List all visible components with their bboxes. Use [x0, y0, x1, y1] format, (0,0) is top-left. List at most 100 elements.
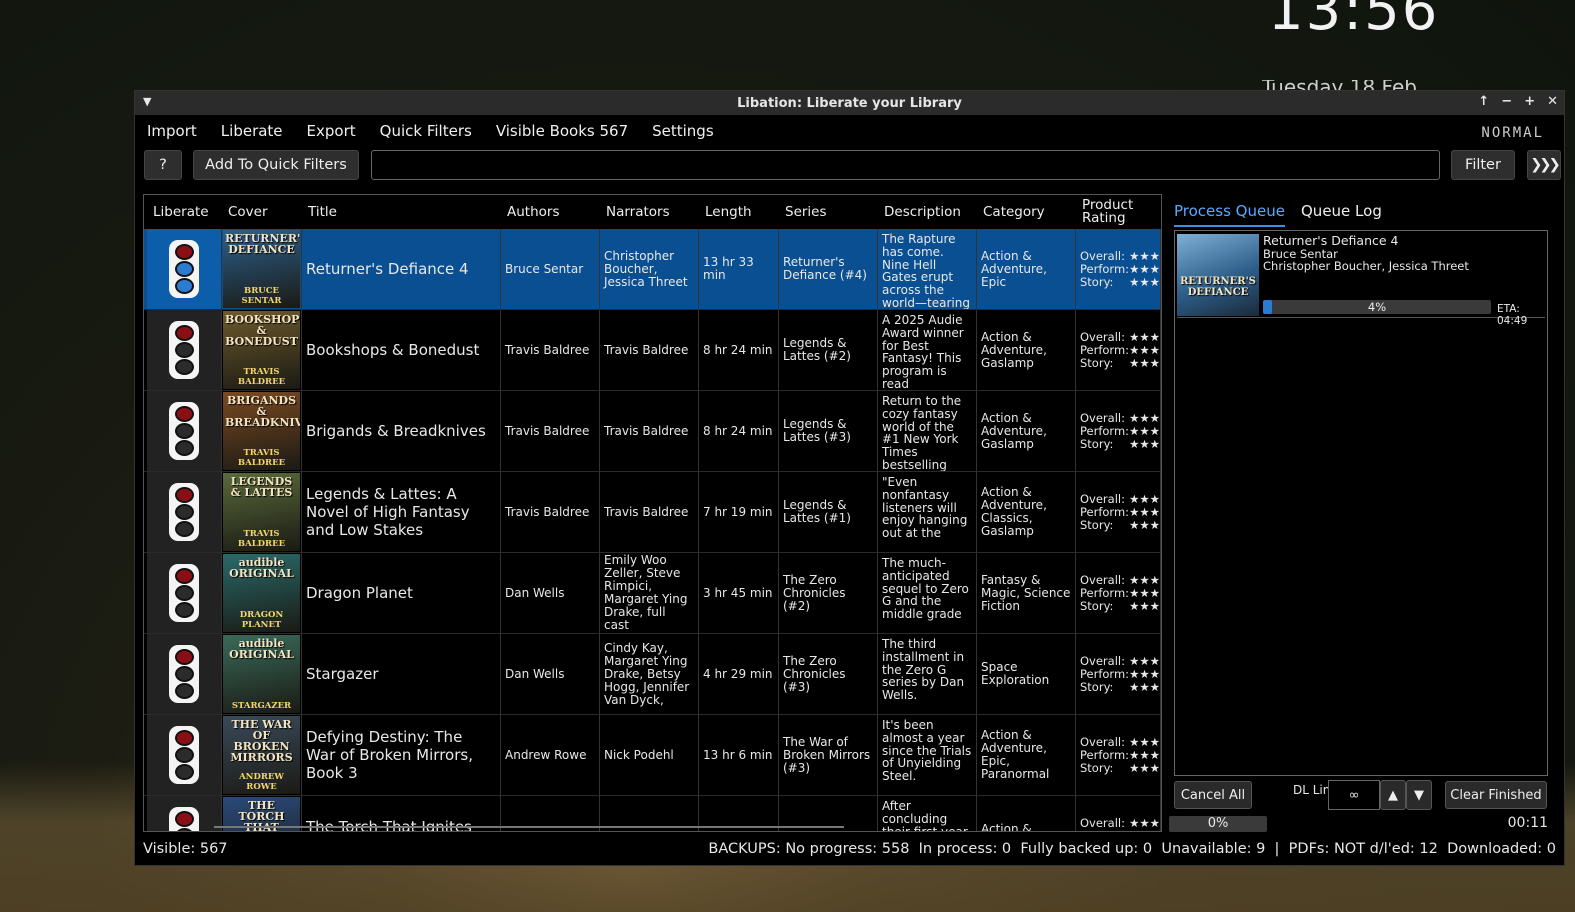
table-row[interactable]: BRIGANDS & BREADKNIVESTRAVIS BALDREEBrig… [144, 391, 1161, 472]
menu-settings[interactable]: Settings [652, 122, 714, 140]
toggle-queue-button[interactable]: ❯❯❯ [1527, 150, 1561, 180]
cell-title: Bookshops & Bonedust [302, 310, 501, 390]
cell-series: The Zero Chronicles (#3) [779, 634, 878, 714]
cell-title: Dragon Planet [302, 553, 501, 633]
table-row[interactable]: audible ORIGINAL STARGAZER Stargazer Dan We… [144, 634, 1161, 715]
liberate-status-button[interactable] [147, 553, 222, 633]
col-authors[interactable]: Authors [501, 195, 600, 229]
maximize-icon[interactable]: + [1524, 94, 1535, 109]
table-row[interactable]: THE WAR OF BROKEN MIRRORS ANDREW ROWE Defy… [144, 715, 1161, 796]
cell-series: Legends & Lattes (#1) [779, 472, 878, 552]
tab-queue-log[interactable]: Queue Log [1301, 202, 1382, 220]
cell-description: A 2025 Audie Award winner for Best Fanta… [878, 310, 977, 390]
clear-finished-button[interactable]: Clear Finished [1445, 781, 1547, 809]
cell-length: 3 hr 45 min [699, 553, 779, 633]
product-rating: Overall:★★★Perform:★★★Story:★★★ [1076, 472, 1161, 552]
queue-item[interactable]: RETURNER'S DEFIANCE Returner's Defiance 4… [1177, 233, 1545, 327]
cell-description: Return to the cozy fantasy world of the … [878, 391, 977, 471]
horizontal-scrollbar[interactable] [214, 826, 844, 828]
cell-series: The Zero Chronicles (#2) [779, 553, 878, 633]
cell-description: After concluding their first year at Lor… [878, 796, 977, 831]
cancel-all-button[interactable]: Cancel All [1174, 781, 1252, 809]
filter-toolbar: ? Add To Quick Filters Filter ❯❯❯ [135, 147, 1564, 185]
cell-title: Brigands & Breadknives [302, 391, 501, 471]
table-row[interactable]: RETURNER'S DEFIANCEBRUCE SENTARReturner'… [144, 229, 1161, 310]
product-rating: Overall:★★★Perform:★★★Story:★★★ [1076, 553, 1161, 633]
traffic-light-icon [169, 240, 199, 298]
filter-button[interactable]: Filter [1451, 150, 1515, 180]
col-liberate[interactable]: Liberate [147, 195, 222, 229]
dl-limit-down-button[interactable]: ▼ [1406, 780, 1432, 810]
cell-description: "Even nonfantasy listeners will enjoy ha… [878, 472, 977, 552]
mode-indicator: NORMAL [1481, 125, 1544, 141]
cell-title: Stargazer [302, 634, 501, 714]
liberate-status-button[interactable] [147, 229, 222, 309]
cell-narrators: Cindy Kay, Margaret Ying Drake, Betsy Ho… [600, 634, 699, 714]
cell-series: Legends & Lattes (#2) [779, 310, 878, 390]
traffic-light-icon [169, 564, 199, 622]
title-bar: ▼ Libation: Liberate your Library ↑ − + … [135, 91, 1564, 115]
keep-above-icon[interactable]: ↑ [1478, 94, 1489, 109]
menu-visible-books[interactable]: Visible Books 567 [496, 122, 628, 140]
cover-image: BRIGANDS & BREADKNIVESTRAVIS BALDREE [222, 391, 302, 471]
traffic-light-icon [169, 321, 199, 379]
cell-title: Returner's Defiance 4 [302, 229, 501, 309]
help-button[interactable]: ? [144, 150, 182, 180]
menu-export[interactable]: Export [307, 122, 356, 140]
cell-narrators: Emily Woo Zeller, Steve Rimpici, Margare… [600, 553, 699, 633]
liberate-status-button[interactable] [147, 715, 222, 795]
menu-quick-filters[interactable]: Quick Filters [380, 122, 472, 140]
liberate-status-button[interactable] [147, 634, 222, 714]
add-to-quick-filters-button[interactable]: Add To Quick Filters [193, 150, 359, 180]
dl-limit-up-button[interactable]: ▲ [1380, 780, 1406, 810]
col-title[interactable]: Title [302, 195, 501, 229]
liberate-status-button[interactable] [147, 796, 222, 831]
cover-image: THE WAR OF BROKEN MIRRORS ANDREW ROWE [222, 715, 302, 795]
menu-liberate[interactable]: Liberate [221, 122, 283, 140]
cell-narrators: Travis Baldree [600, 391, 699, 471]
product-rating: Overall:★★★Perform:★★★Story:★★★ [1076, 391, 1161, 471]
product-rating: Overall:★★★Perform:★★★Story:★★★ [1076, 310, 1161, 390]
cell-category: Fantasy & Magic, Science Fiction [977, 553, 1076, 633]
col-product-rating[interactable]: Product Rating [1076, 195, 1161, 229]
traffic-light-icon [169, 402, 199, 460]
cell-title: Defying Destiny: The War of Broken Mirro… [302, 715, 501, 795]
cell-category: Action & Adventure, Classics, Gaslamp [977, 472, 1076, 552]
triangle-down-icon: ▼ [1414, 787, 1424, 803]
cell-description: It's been almost a year since the Trials… [878, 715, 977, 795]
col-description[interactable]: Description [878, 195, 977, 229]
cover-image: RETURNER'S DEFIANCEBRUCE SENTAR [222, 229, 302, 309]
visible-count: Visible: 567 [143, 841, 228, 857]
cell-narrators: Travis Baldree [600, 472, 699, 552]
cover-image: audible ORIGINAL DRAGON PLANET [222, 553, 302, 633]
cell-length: 8 hr 24 min [699, 310, 779, 390]
menu-import[interactable]: Import [147, 122, 197, 140]
queue-list: RETURNER'S DEFIANCE Returner's Defiance 4… [1174, 230, 1548, 776]
col-length[interactable]: Length [699, 195, 779, 229]
traffic-light-icon [169, 807, 199, 831]
table-row[interactable]: BOOKSHOPS & BONEDUST TRAVIS BALDREE Booksh… [144, 310, 1161, 391]
dl-limit-input[interactable]: ∞ [1328, 780, 1380, 810]
table-row[interactable]: audible ORIGINAL DRAGON PLANET Dragon Plan… [144, 553, 1161, 634]
cell-author: Dan Wells [501, 553, 600, 633]
liberate-status-button[interactable] [147, 472, 222, 552]
col-series[interactable]: Series [779, 195, 878, 229]
cell-category: Action & Adventure, Epic [977, 229, 1076, 309]
cover-image: audible ORIGINAL STARGAZER [222, 634, 302, 714]
cell-narrators: Christopher Boucher, Jessica Threet [600, 229, 699, 309]
product-rating: Overall:★★★Perform:★★★Story:★★★ [1076, 796, 1161, 831]
cell-title: Legends & Lattes: A Novel of High Fantas… [302, 472, 501, 552]
liberate-status-button[interactable] [147, 310, 222, 390]
liberate-status-button[interactable] [147, 391, 222, 471]
col-cover[interactable]: Cover [222, 195, 302, 229]
cell-series: The War of Broken Mirrors (#3) [779, 715, 878, 795]
product-rating: Overall:★★★Perform:★★★Story:★★★ [1076, 634, 1161, 714]
filter-search-input[interactable] [371, 150, 1440, 180]
tab-process-queue[interactable]: Process Queue [1174, 202, 1285, 227]
col-narrators[interactable]: Narrators [600, 195, 699, 229]
col-category[interactable]: Category [977, 195, 1076, 229]
minimize-icon[interactable]: − [1501, 94, 1512, 109]
product-rating: Overall:★★★Perform:★★★Story:★★★ [1076, 229, 1161, 309]
close-icon[interactable]: ✕ [1547, 94, 1558, 109]
table-row[interactable]: LEGENDS & LATTES TRAVIS BALDREE Legends & … [144, 472, 1161, 553]
